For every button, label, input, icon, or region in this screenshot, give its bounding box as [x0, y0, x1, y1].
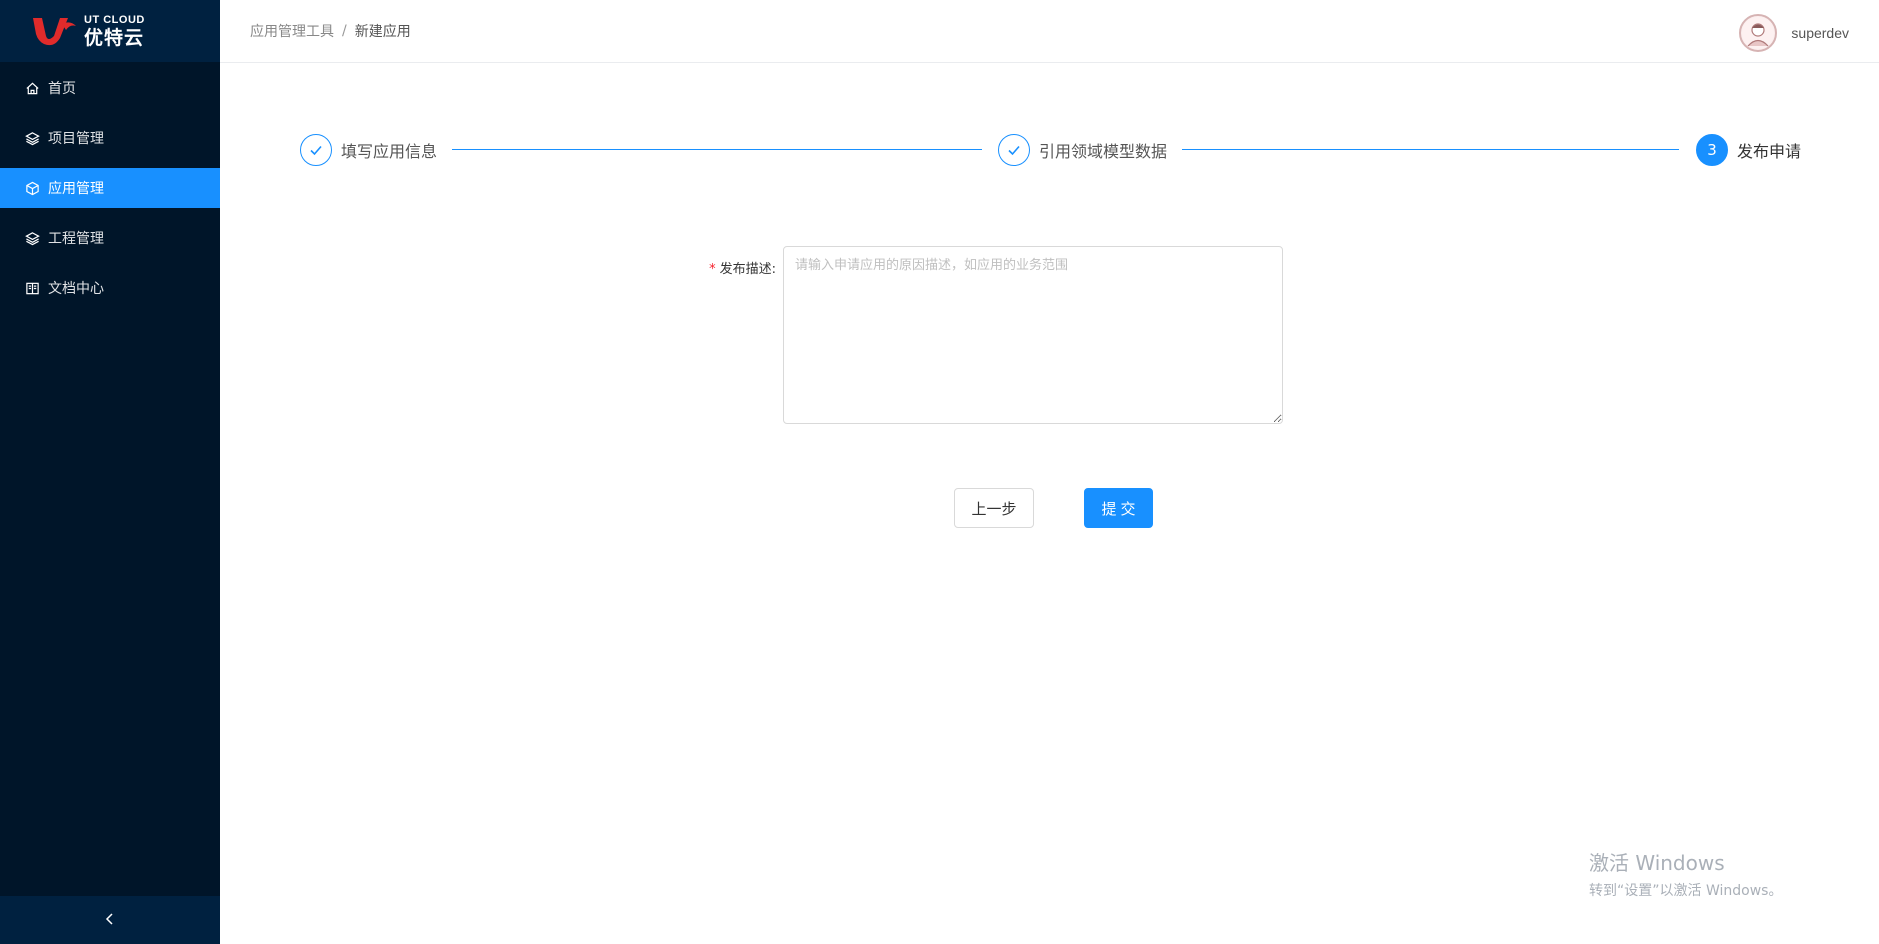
step-3-title: 发布申请	[1737, 142, 1802, 161]
windows-activation-watermark: 激活 Windows 转到“设置”以激活 Windows。	[1589, 847, 1782, 900]
required-mark: *	[709, 262, 716, 277]
sidebar-item-apps[interactable]: 应用管理	[0, 168, 220, 208]
username: superdev	[1791, 25, 1849, 41]
user-menu[interactable]: superdev	[1739, 14, 1849, 52]
submit-button[interactable]: 提交	[1084, 488, 1153, 528]
brand-name-cn: 优特云	[84, 26, 145, 49]
chevron-left-icon	[104, 911, 116, 930]
sidebar-item-docs[interactable]: 文档中心	[0, 268, 220, 308]
description-label-text: 发布描述:	[719, 262, 776, 277]
sidebar-item-label: 应用管理	[48, 181, 104, 197]
layers-icon	[24, 230, 40, 246]
watermark-title: 激活 Windows	[1589, 851, 1725, 875]
sidebar: UT CLOUD 优特云 首页 项目管理 应用管理 工程管理 文档中心	[0, 0, 220, 944]
step-3: 3 发布申请	[1696, 133, 1801, 167]
breadcrumb-item-new-app: 新建应用	[354, 24, 411, 40]
step-3-number: 3	[1696, 134, 1728, 166]
sidebar-item-label: 文档中心	[48, 281, 104, 297]
book-icon	[24, 280, 40, 296]
sidebar-collapse-button[interactable]	[0, 896, 220, 944]
sidebar-item-label: 首页	[48, 81, 76, 97]
breadcrumb: 应用管理工具 / 新建应用	[250, 21, 411, 41]
previous-step-button[interactable]: 上一步	[954, 488, 1034, 528]
logo-text: UT CLOUD 优特云	[84, 13, 145, 49]
sidebar-menu: 首页 项目管理 应用管理 工程管理 文档中心	[0, 68, 220, 308]
layers-icon	[24, 130, 40, 146]
check-icon	[1008, 145, 1020, 156]
step-2: 引用领域模型数据	[998, 133, 1167, 167]
watermark-subtitle: 转到“设置”以激活 Windows。	[1589, 883, 1783, 899]
step-2-status	[998, 134, 1030, 166]
sidebar-item-label: 工程管理	[48, 231, 104, 247]
avatar[interactable]	[1739, 14, 1778, 52]
header: 应用管理工具 / 新建应用 superdev	[220, 0, 1879, 63]
sidebar-item-projects[interactable]: 项目管理	[0, 118, 220, 158]
brand-name-en: UT CLOUD	[84, 13, 145, 26]
step-1-status	[300, 134, 332, 166]
check-icon	[310, 145, 322, 156]
breadcrumb-item-app-tools[interactable]: 应用管理工具	[250, 21, 334, 41]
logo[interactable]: UT CLOUD 优特云	[0, 0, 220, 62]
description-textarea[interactable]	[783, 246, 1283, 424]
step-connector-1	[452, 149, 982, 150]
step-1-title: 填写应用信息	[341, 142, 438, 161]
sidebar-item-home[interactable]: 首页	[0, 68, 220, 108]
step-1: 填写应用信息	[300, 133, 437, 167]
step-connector-2	[1182, 149, 1679, 150]
home-icon	[24, 80, 40, 96]
description-form-item: * 发布描述:	[700, 246, 1283, 424]
description-label: * 发布描述:	[700, 246, 783, 424]
sidebar-item-engineering[interactable]: 工程管理	[0, 218, 220, 258]
brand-logo-icon	[30, 14, 78, 48]
steps: 填写应用信息 引用领域模型数据 3 发布申请	[300, 133, 1801, 167]
avatar-icon	[1742, 17, 1775, 49]
step-2-title: 引用领域模型数据	[1039, 142, 1168, 161]
sidebar-item-label: 项目管理	[48, 131, 104, 147]
breadcrumb-separator: /	[342, 23, 347, 39]
cube-icon	[24, 180, 40, 196]
